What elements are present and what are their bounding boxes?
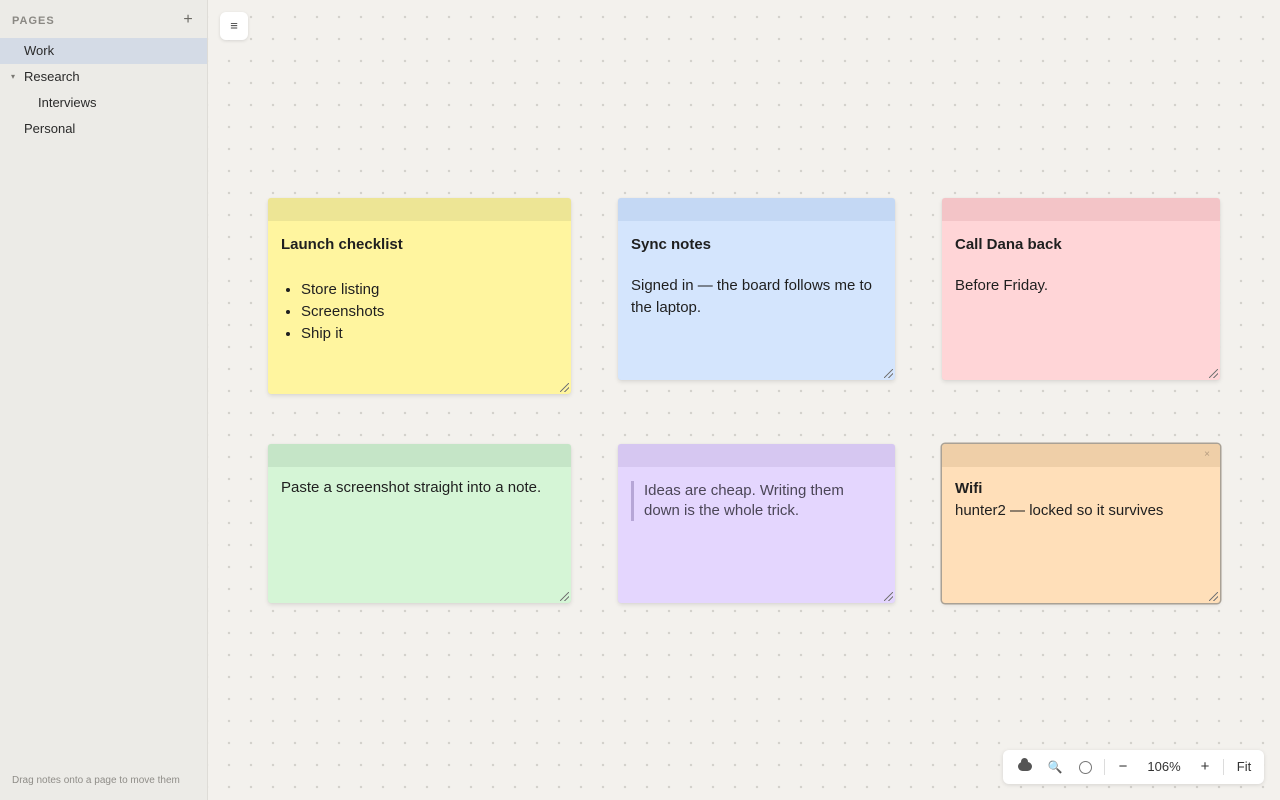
sync-cloud-button[interactable] bbox=[1011, 750, 1039, 784]
close-icon[interactable]: × bbox=[1204, 449, 1210, 460]
sidebar-item-research[interactable]: ▾ Research bbox=[0, 64, 207, 90]
note-title: Wifi bbox=[955, 480, 983, 497]
note-body[interactable]: Paste a screenshot straight into a note. bbox=[281, 467, 558, 499]
resize-handle-icon[interactable] bbox=[560, 592, 569, 601]
note-title: Sync notes bbox=[631, 236, 712, 253]
sidebar-item-label: Interviews bbox=[38, 95, 97, 110]
sidebar-hint: Drag notes onto a page to move them bbox=[12, 775, 180, 786]
note-body[interactable]: Ideas are cheap. Writing them down is th… bbox=[631, 467, 882, 521]
chevron-down-icon[interactable]: ▾ bbox=[11, 64, 15, 90]
sidebar-item-work[interactable]: Work bbox=[0, 38, 207, 64]
emoji-button[interactable] bbox=[1071, 750, 1099, 784]
note-wifi[interactable]: × Wifi hunter2 — locked so it survives bbox=[942, 444, 1220, 603]
search-button[interactable]: 🔍 bbox=[1041, 750, 1069, 784]
zoom-toolbar: 🔍 − 106% + Fit bbox=[1003, 750, 1264, 784]
note-launch-checklist[interactable]: Launch checklist Store listing Screensho… bbox=[268, 198, 571, 394]
sidebar-item-label: Work bbox=[24, 43, 55, 58]
menu-button[interactable]: ≡ bbox=[220, 12, 248, 40]
zoom-out-button[interactable]: − bbox=[1111, 750, 1135, 784]
resize-handle-icon[interactable] bbox=[884, 369, 893, 378]
note-title: Call Dana back bbox=[955, 236, 1062, 253]
note-body[interactable]: Call Dana back Before Friday. bbox=[955, 221, 1207, 297]
note-call-dana[interactable]: Call Dana back Before Friday. bbox=[942, 198, 1220, 380]
note-ideas-quote[interactable]: Ideas are cheap. Writing them down is th… bbox=[618, 444, 895, 603]
sidebar-item-label: Research bbox=[24, 69, 80, 84]
note-paste-screenshot[interactable]: Paste a screenshot straight into a note. bbox=[268, 444, 571, 603]
list-item: Ship it bbox=[301, 323, 558, 345]
toolbar-divider bbox=[1223, 759, 1224, 775]
zoom-in-button[interactable]: + bbox=[1193, 750, 1217, 784]
resize-handle-icon[interactable] bbox=[884, 592, 893, 601]
note-title: Launch checklist bbox=[281, 236, 403, 253]
zoom-level[interactable]: 106% bbox=[1139, 750, 1189, 784]
note-text: Signed in — the board follows me to the … bbox=[631, 277, 872, 316]
note-drag-bar[interactable] bbox=[268, 198, 571, 221]
board-canvas[interactable]: ≡ Launch checklist Store listing Screens… bbox=[208, 0, 1280, 800]
fit-button[interactable]: Fit bbox=[1229, 750, 1259, 784]
note-sync-notes[interactable]: Sync notes Signed in — the board follows… bbox=[618, 198, 895, 380]
sidebar: PAGES + Work ▾ Research Interviews Perso… bbox=[0, 0, 208, 800]
checklist: Store listing Screenshots Ship it bbox=[281, 279, 558, 345]
toolbar-divider bbox=[1104, 759, 1105, 775]
note-drag-bar[interactable] bbox=[618, 444, 895, 467]
smile-icon bbox=[1078, 761, 1092, 775]
sidebar-header: PAGES + bbox=[0, 0, 207, 40]
list-item: Screenshots bbox=[301, 301, 558, 323]
sidebar-item-interviews[interactable]: Interviews bbox=[0, 90, 207, 116]
note-text: Before Friday. bbox=[955, 277, 1049, 294]
note-drag-bar[interactable] bbox=[942, 198, 1220, 221]
note-body[interactable]: Sync notes Signed in — the board follows… bbox=[631, 221, 882, 319]
sidebar-title: PAGES bbox=[12, 15, 55, 27]
search-icon: 🔍 bbox=[1047, 760, 1063, 774]
resize-handle-icon[interactable] bbox=[1209, 592, 1218, 601]
list-item: Store listing bbox=[301, 279, 558, 301]
resize-handle-icon[interactable] bbox=[560, 383, 569, 392]
sidebar-item-personal[interactable]: Personal bbox=[0, 116, 207, 142]
note-text: hunter2 — locked so it survives bbox=[955, 502, 1164, 519]
note-body[interactable]: Wifi hunter2 — locked so it survives bbox=[955, 467, 1207, 522]
resize-handle-icon[interactable] bbox=[1209, 369, 1218, 378]
blockquote: Ideas are cheap. Writing them down is th… bbox=[631, 481, 882, 521]
note-drag-bar[interactable] bbox=[618, 198, 895, 221]
sidebar-item-label: Personal bbox=[24, 121, 76, 136]
note-text: Paste a screenshot straight into a note. bbox=[281, 479, 542, 496]
add-page-button[interactable]: + bbox=[180, 11, 196, 29]
note-body[interactable]: Launch checklist Store listing Screensho… bbox=[281, 221, 558, 345]
note-drag-bar[interactable] bbox=[268, 444, 571, 467]
note-drag-bar[interactable]: × bbox=[942, 444, 1220, 467]
cloud-icon bbox=[1018, 758, 1032, 771]
